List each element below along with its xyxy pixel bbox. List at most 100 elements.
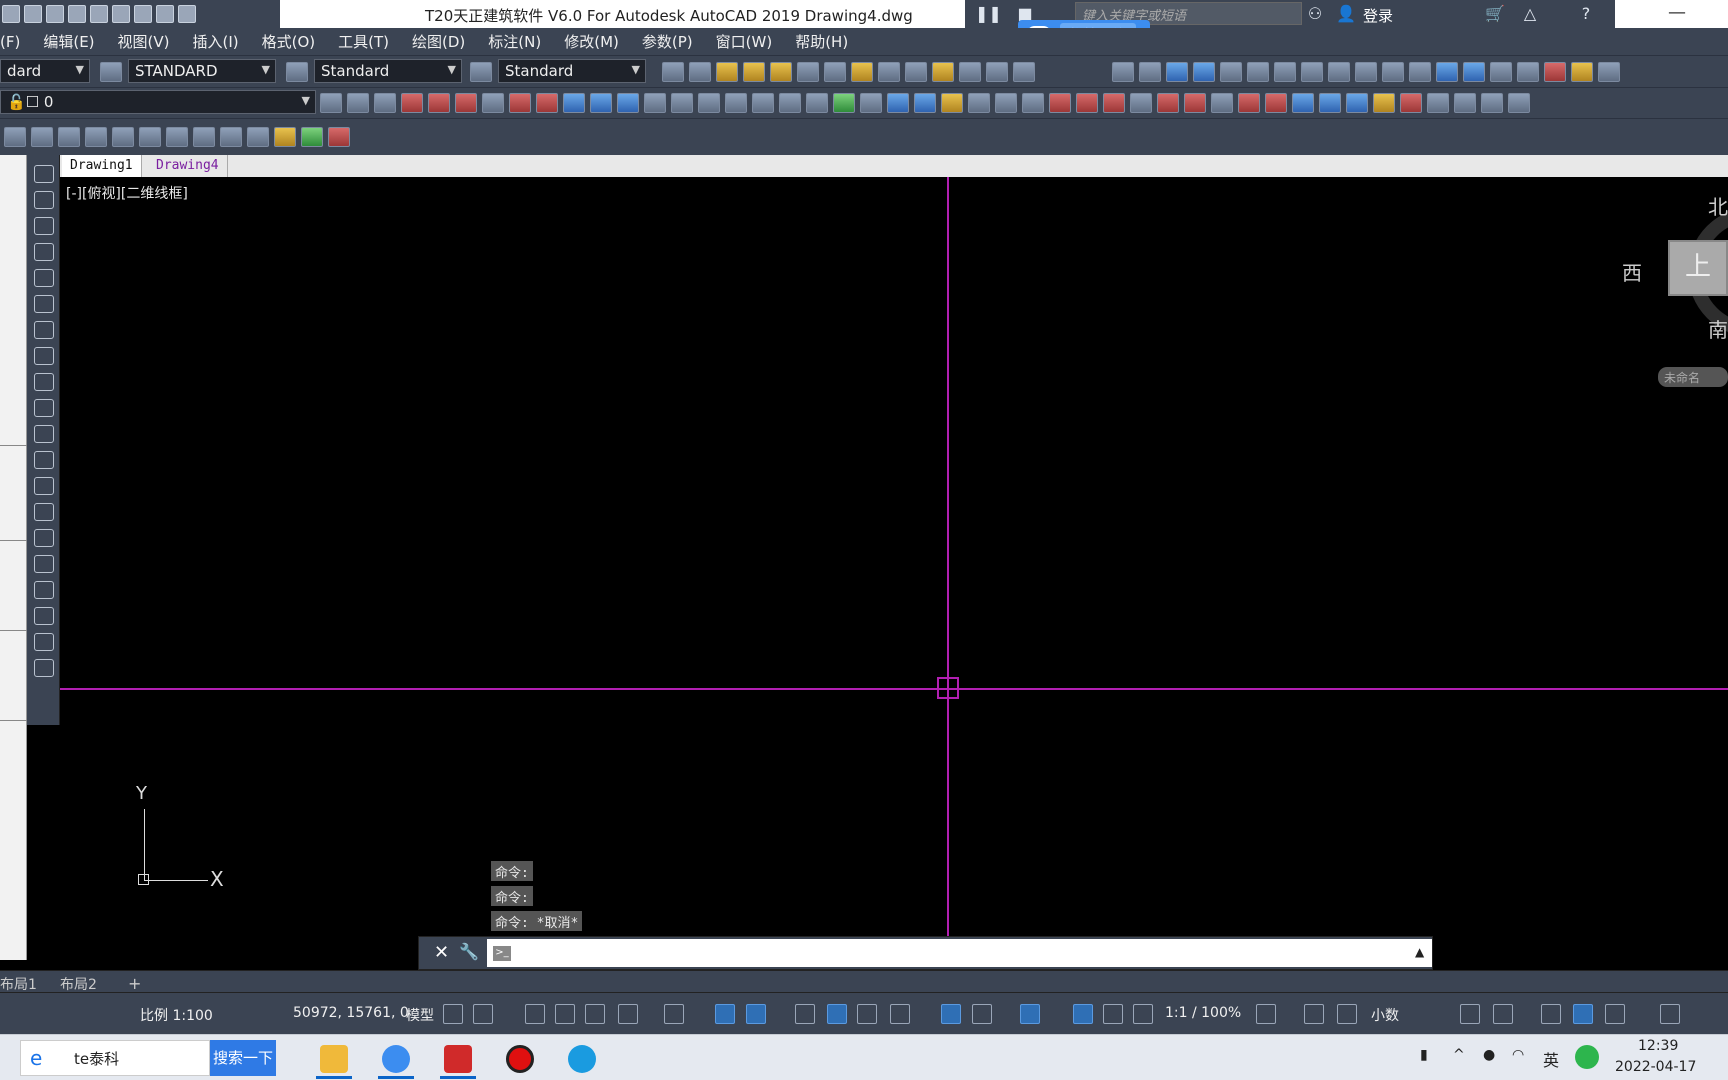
crosshair-icon[interactable] (914, 93, 936, 113)
menu-draw[interactable]: 绘图(D) (412, 31, 465, 52)
gizmo-icon[interactable] (1020, 1004, 1040, 1024)
layer-merge-icon[interactable] (986, 62, 1008, 82)
align-icon[interactable] (1103, 93, 1125, 113)
properties-icon[interactable] (1508, 93, 1530, 113)
align-left-icon[interactable] (31, 127, 53, 147)
user-icon[interactable]: 👤 (1336, 4, 1356, 24)
isodraft-icon[interactable] (664, 1004, 684, 1024)
book-icon[interactable] (1454, 93, 1476, 113)
menu-tools[interactable]: 工具(T) (338, 31, 389, 52)
object-snap-tracking-icon[interactable] (715, 1004, 735, 1024)
clock-date[interactable]: 2022-04-17 (1615, 1059, 1696, 1075)
taskbar-search-text[interactable]: te泰科 (74, 1048, 119, 1069)
lock-icon[interactable] (878, 62, 900, 82)
drawing-canvas[interactable]: [-][俯视][二维线框] 北 西 南 上 未命名 Y X (60, 177, 1728, 970)
viewcube-west[interactable]: 西 (1622, 257, 1642, 286)
dynamic-ucs-icon[interactable] (941, 1004, 961, 1024)
tab-layout1[interactable]: 布局1 (0, 974, 37, 994)
menu-window[interactable]: 窗口(W) (716, 31, 773, 52)
menu-file[interactable]: (F) (0, 33, 20, 51)
ucs-menu[interactable]: 未命名 (1658, 367, 1728, 387)
point-icon[interactable] (34, 503, 54, 521)
layer-previous-icon[interactable] (347, 93, 369, 113)
clock-time[interactable]: 12:39 (1638, 1038, 1678, 1054)
table-icon[interactable] (1436, 62, 1458, 82)
input-language-indicator[interactable]: 英 (1543, 1047, 1559, 1071)
open-icon[interactable] (2, 5, 20, 23)
menu-insert[interactable]: 插入(I) (193, 31, 239, 52)
note-icon[interactable] (1571, 62, 1593, 82)
menu-dimension[interactable]: 标注(N) (488, 31, 541, 52)
spline-icon[interactable] (34, 373, 54, 391)
minimize-button[interactable]: — (1668, 2, 1686, 23)
annotation-scale-icon[interactable] (1133, 1004, 1153, 1024)
distribute-v-icon[interactable] (166, 127, 188, 147)
layer-delete-icon[interactable] (1013, 62, 1035, 82)
annotation-visibility-icon[interactable] (1073, 1004, 1093, 1024)
align-right-icon[interactable] (85, 127, 107, 147)
print-preview-icon[interactable] (1112, 62, 1134, 82)
rotate-icon[interactable] (806, 93, 828, 113)
model-space-toggle[interactable]: 模型 (406, 1005, 434, 1025)
infer-constraints-icon[interactable] (525, 1004, 545, 1024)
transparency-icon[interactable] (827, 1004, 847, 1024)
divide-icon[interactable] (1130, 93, 1152, 113)
room-icon[interactable] (1382, 62, 1404, 82)
lock-ui-icon[interactable] (1493, 1004, 1513, 1024)
construction-line-icon[interactable] (34, 191, 54, 209)
customize-icon[interactable] (178, 5, 196, 23)
quick-properties-icon[interactable] (1460, 1004, 1480, 1024)
taskbar-search-button[interactable]: 搜索一下 (210, 1040, 276, 1076)
insert-block-icon[interactable] (34, 451, 54, 469)
visibility-icon[interactable] (1598, 62, 1620, 82)
polygon-icon[interactable] (34, 243, 54, 261)
measure-icon[interactable] (833, 93, 855, 113)
stair-icon[interactable] (1328, 62, 1350, 82)
gradient-icon[interactable] (34, 555, 54, 573)
distribute-h-icon[interactable] (139, 127, 161, 147)
pencil-icon[interactable] (1427, 93, 1449, 113)
offset-icon[interactable] (536, 93, 558, 113)
layer-select[interactable]: 🔓☐ 0 ▼ (0, 90, 316, 114)
isolate-objects-icon[interactable] (1541, 1004, 1561, 1024)
dim-angular-icon[interactable] (1238, 93, 1260, 113)
mirror-icon[interactable] (509, 93, 531, 113)
dim-continue-icon[interactable] (1319, 93, 1341, 113)
frame-icon[interactable] (1193, 62, 1215, 82)
table-draw-icon[interactable] (34, 607, 54, 625)
dim-ordinate-icon[interactable] (1346, 93, 1368, 113)
annotation-scale-select[interactable]: 1:1 / 100% (1165, 1005, 1241, 1021)
autodesk-a360-icon[interactable]: △ (1520, 4, 1540, 24)
tab-drawing1[interactable]: Drawing1 (62, 155, 142, 177)
distribute-icon[interactable] (112, 127, 134, 147)
battery-icon[interactable]: ▮ (1420, 1047, 1438, 1067)
slash-icon[interactable] (247, 127, 269, 147)
freeze-icon[interactable] (797, 62, 819, 82)
units-icon[interactable] (1337, 1004, 1357, 1024)
selection-cycling-icon[interactable] (857, 1004, 877, 1024)
text-style-select[interactable]: dard ▼ (0, 59, 90, 83)
window-icon[interactable] (1301, 62, 1323, 82)
scale-select[interactable]: 比例 1:100 (140, 1005, 213, 1025)
add-selected-icon[interactable] (34, 659, 54, 677)
wrench-icon[interactable]: 🔧 (459, 942, 479, 961)
align-center-icon[interactable] (58, 127, 80, 147)
viewcube-north[interactable]: 北 (1708, 191, 1728, 220)
car-icon[interactable] (1490, 62, 1512, 82)
checkmark-icon[interactable] (301, 127, 323, 147)
bulb-off-icon[interactable] (770, 62, 792, 82)
pause-icon[interactable]: ❚❚ (975, 4, 1002, 24)
menu-help[interactable]: 帮助(H) (795, 31, 848, 52)
command-input[interactable] (487, 939, 1432, 967)
viewport-controls-label[interactable]: [-][俯视][二维线框] (66, 183, 188, 203)
layer-match-icon[interactable] (374, 93, 396, 113)
break-icon[interactable] (644, 93, 666, 113)
dim-baseline-icon[interactable] (1292, 93, 1314, 113)
wall-icon[interactable] (1220, 62, 1242, 82)
command-prompt-icon[interactable]: >_ (493, 946, 511, 961)
login-link[interactable]: 登录 (1363, 5, 1393, 26)
selection-filter-icon[interactable] (972, 1004, 992, 1024)
columns-icon[interactable] (220, 127, 242, 147)
dim-radius-icon[interactable] (1265, 93, 1287, 113)
copy-icon[interactable] (455, 93, 477, 113)
